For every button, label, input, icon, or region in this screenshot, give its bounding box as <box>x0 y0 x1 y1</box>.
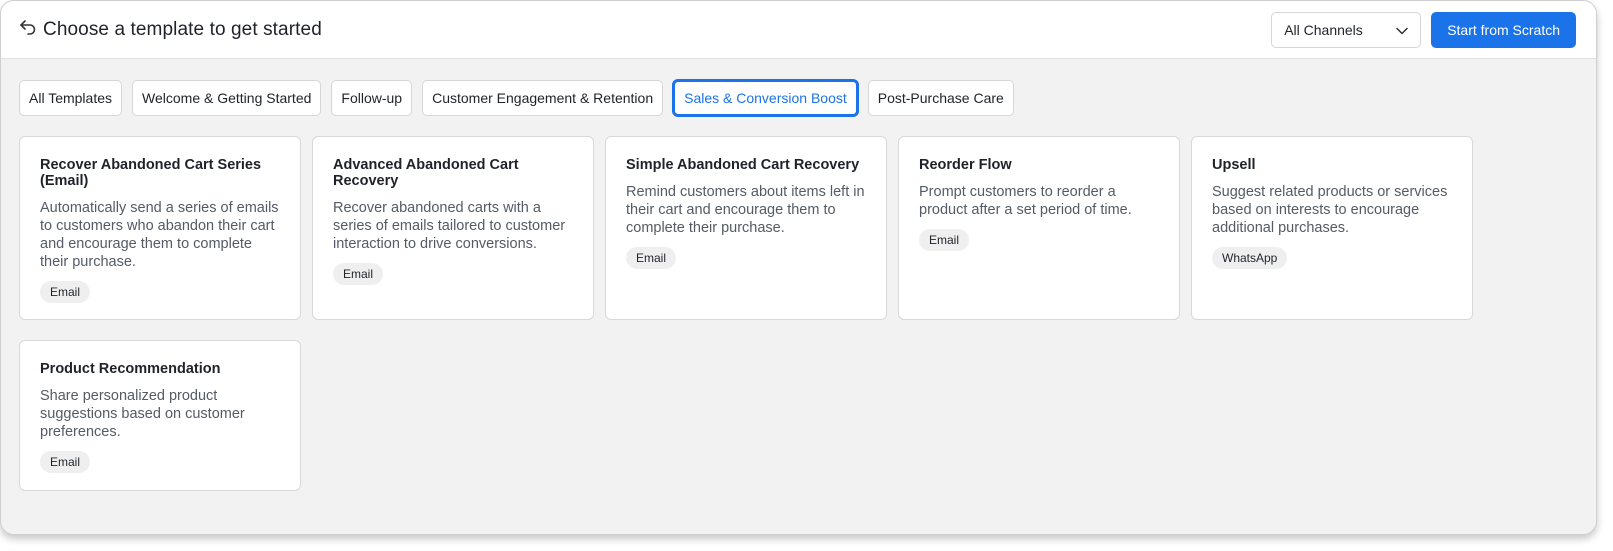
template-card[interactable]: Product Recommendation Share personalize… <box>19 340 301 491</box>
tab-follow-up[interactable]: Follow-up <box>331 80 413 116</box>
template-card[interactable]: Recover Abandoned Cart Series (Email) Au… <box>19 136 301 320</box>
tab-customer-engagement-retention[interactable]: Customer Engagement & Retention <box>422 80 664 116</box>
template-card-title: Simple Abandoned Cart Recovery <box>626 157 860 173</box>
channel-badge: Email <box>919 229 970 251</box>
template-card-description: Remind customers about items left in the… <box>626 184 865 236</box>
channel-badge: WhatsApp <box>1212 247 1288 269</box>
template-card-title: Advanced Abandoned Cart Recovery <box>333 157 519 189</box>
template-picker-window: Choose a template to get started All Cha… <box>0 0 1597 535</box>
channel-select[interactable]: All Channels <box>1271 11 1422 48</box>
back-button[interactable] <box>17 19 39 41</box>
back-arrow-icon <box>19 19 37 40</box>
template-card-title: Reorder Flow <box>919 157 1012 173</box>
channel-select-value: All Channels <box>1284 21 1363 38</box>
channel-badge: Email <box>626 247 677 269</box>
template-card-title: Product Recommendation <box>40 361 221 377</box>
template-card[interactable]: Reorder Flow Prompt customers to reorder… <box>898 136 1180 320</box>
template-card-title: Upsell <box>1212 157 1256 173</box>
template-card-description: Recover abandoned carts with a series of… <box>333 200 566 252</box>
template-card[interactable]: Simple Abandoned Cart Recovery Remind cu… <box>605 136 887 320</box>
tab-post-purchase-care[interactable]: Post-Purchase Care <box>867 80 1014 116</box>
template-card-description: Suggest related products or services bas… <box>1212 184 1448 236</box>
channel-badge: Email <box>40 281 91 303</box>
template-card-title: Recover Abandoned Cart Series (Email) <box>40 157 262 189</box>
chevron-down-icon <box>1396 22 1408 38</box>
category-tabs: All Templates Welcome & Getting Started … <box>19 80 1014 116</box>
channel-badge: Email <box>333 263 384 285</box>
start-from-scratch-button[interactable]: Start from Scratch <box>1431 11 1576 48</box>
template-card[interactable]: Upsell Suggest related products or servi… <box>1191 136 1473 320</box>
template-card[interactable]: Advanced Abandoned Cart Recovery Recover… <box>312 136 594 320</box>
channel-badge: Email <box>40 451 91 473</box>
header: Choose a template to get started All Cha… <box>1 1 1596 59</box>
tab-sales-conversion-boost[interactable]: Sales & Conversion Boost <box>673 80 858 116</box>
template-card-description: Automatically send a series of emails to… <box>40 200 279 270</box>
page-title: Choose a template to get started <box>43 18 322 40</box>
template-card-description: Prompt customers to reorder a product af… <box>919 184 1132 218</box>
template-card-description: Share personalized product suggestions b… <box>40 388 245 440</box>
tab-all-templates[interactable]: All Templates <box>19 80 123 116</box>
tab-welcome-getting-started[interactable]: Welcome & Getting Started <box>132 80 322 116</box>
